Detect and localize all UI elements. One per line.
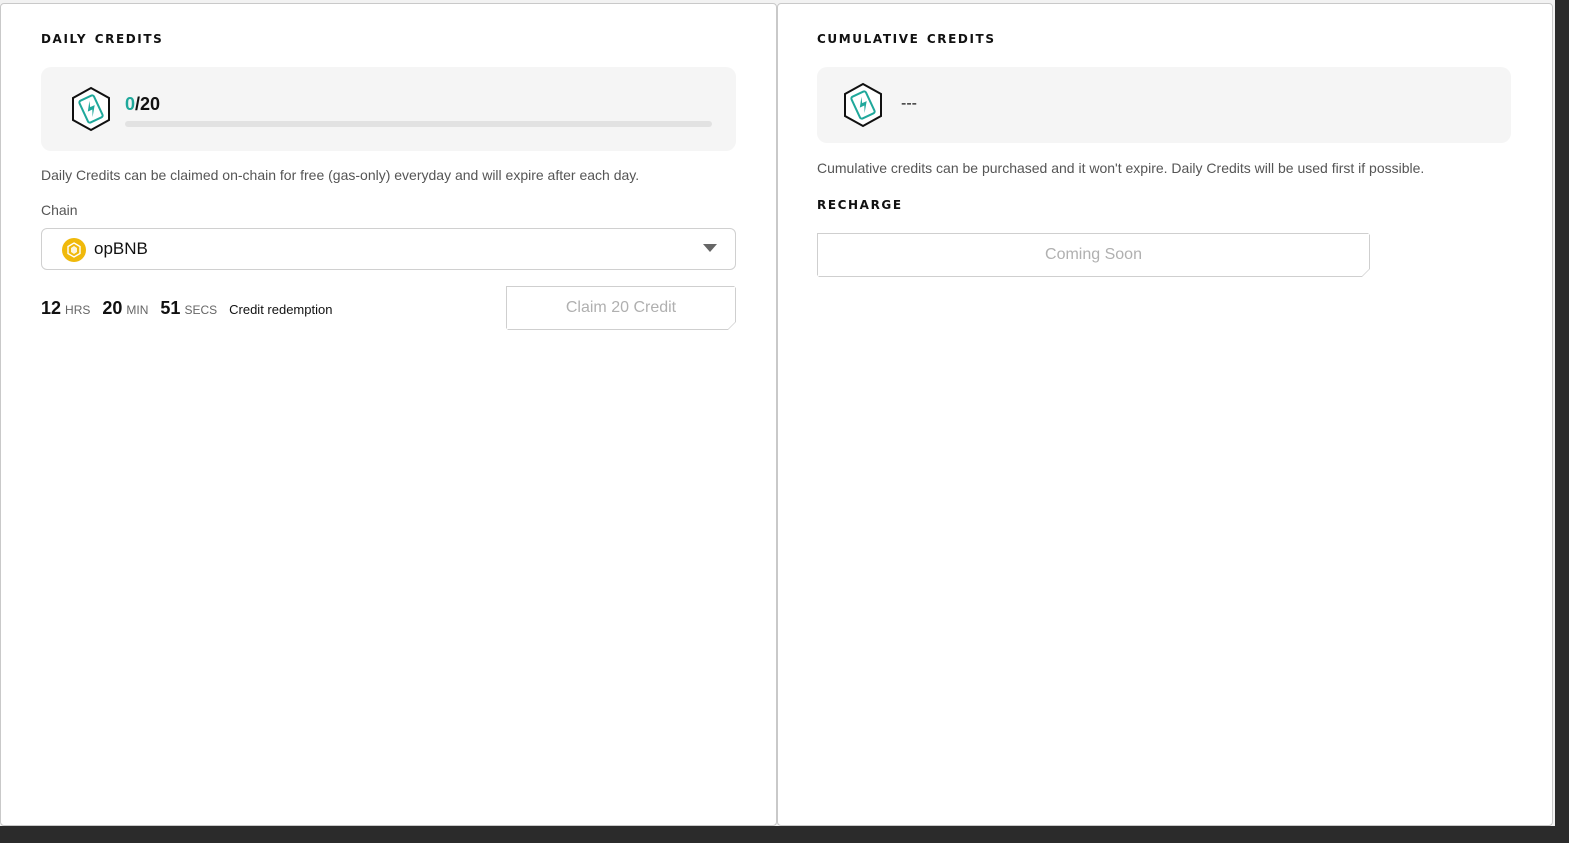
daily-credit-total: /20 (135, 94, 161, 114)
chain-select-value: opBNB (94, 239, 148, 258)
cumulative-credits-card: --- (817, 67, 1511, 143)
daily-credit-progress (125, 121, 712, 127)
bnb-coin-icon (62, 238, 86, 262)
chain-select[interactable]: opBNB (41, 228, 736, 270)
daily-credits-description: Daily Credits can be claimed on-chain fo… (41, 167, 640, 183)
chevron-down-icon[interactable] (703, 244, 717, 252)
claim-credit-button[interactable]: Claim 20 Credit (506, 286, 736, 330)
timer-hours-unit: HRS (65, 303, 91, 317)
timer-hours: 12 (41, 298, 62, 318)
recharge-button-label: Coming Soon (818, 234, 1369, 276)
timer-seconds-unit: SECS (184, 303, 218, 317)
cumulative-credits-description: Cumulative credits can be purchased and … (817, 160, 1425, 176)
daily-credits-card: 0/20 (41, 67, 736, 151)
daily-credit-current: 0 (125, 94, 136, 114)
timer-minutes-unit: MIN (126, 303, 149, 317)
daily-credits-title: Daily Credits (41, 28, 164, 48)
timer-minutes: 20 (102, 298, 123, 318)
daily-credit-count: 0/20 (125, 94, 160, 115)
chain-label: Chain (41, 202, 78, 218)
timer-note: Credit redemption (229, 302, 333, 317)
credit-hex-icon (72, 86, 110, 132)
claim-credit-button-label: Claim 20 Credit (507, 287, 735, 329)
timer-seconds: 51 (160, 298, 181, 318)
cumulative-credits-title: Cumulative Credits (817, 28, 996, 48)
recharge-title: Recharge (817, 194, 903, 214)
redemption-timer: 12 HRS 20 MIN 51 SECS Credit redemption (41, 298, 332, 319)
recharge-button[interactable]: Coming Soon (817, 233, 1370, 277)
cumulative-credit-value: --- (901, 95, 917, 112)
cumulative-credits-panel: Cumulative Credits --- Cumulative credit… (777, 3, 1553, 826)
credit-hex-icon (844, 82, 882, 128)
daily-credits-panel: Daily Credits 0/20 Daily Credits can be … (0, 3, 777, 826)
credits-page: Daily Credits 0/20 Daily Credits can be … (0, 0, 1555, 826)
